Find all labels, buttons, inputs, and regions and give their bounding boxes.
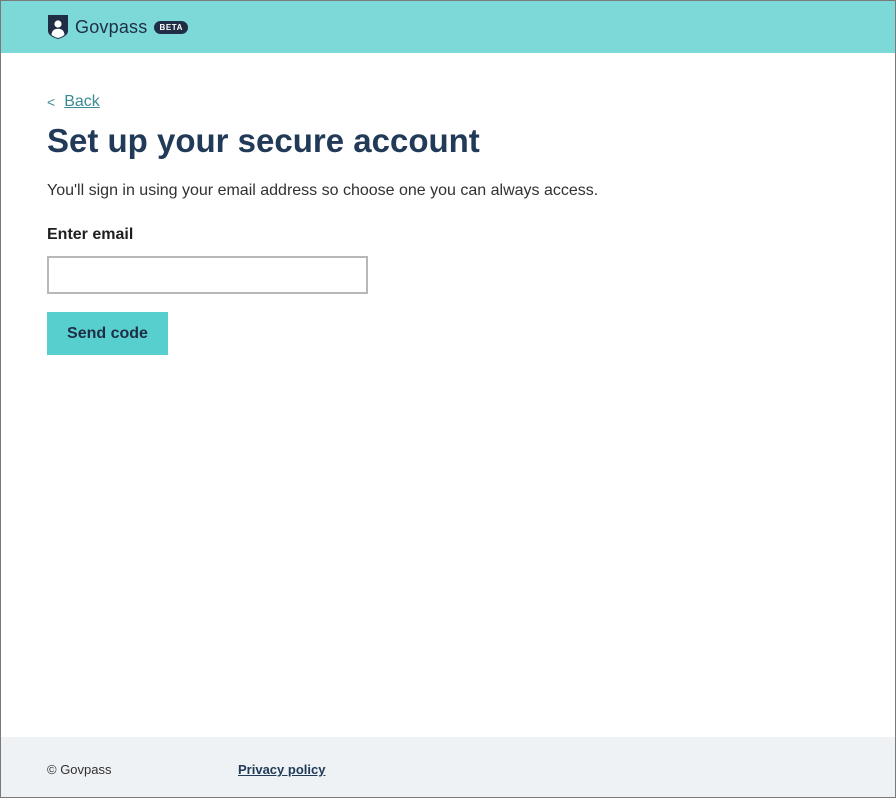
page-frame: Govpass BETA < Back Set up your secure a… [0, 0, 896, 798]
brand-logo-link[interactable]: Govpass BETA [47, 13, 189, 41]
email-input[interactable] [47, 256, 368, 294]
beta-badge: BETA [154, 20, 189, 34]
send-code-button[interactable]: Send code [47, 312, 168, 355]
site-header: Govpass BETA [1, 1, 895, 53]
site-footer: © Govpass Privacy policy [1, 737, 895, 797]
brand-name: Govpass [75, 16, 148, 37]
email-label: Enter email [47, 226, 134, 243]
copyright-text: © Govpass [47, 762, 112, 777]
back-link-label: Back [64, 93, 100, 110]
intro-text: You'll sign in using your email address … [47, 182, 599, 199]
privacy-policy-link[interactable]: Privacy policy [238, 762, 325, 777]
main-content: < Back Set up your secure account You'll… [47, 91, 847, 355]
page-title: Set up your secure account [47, 122, 480, 159]
chevron-left-icon: < [47, 94, 56, 110]
back-link[interactable]: < Back [47, 91, 100, 113]
shield-person-icon [48, 15, 68, 39]
